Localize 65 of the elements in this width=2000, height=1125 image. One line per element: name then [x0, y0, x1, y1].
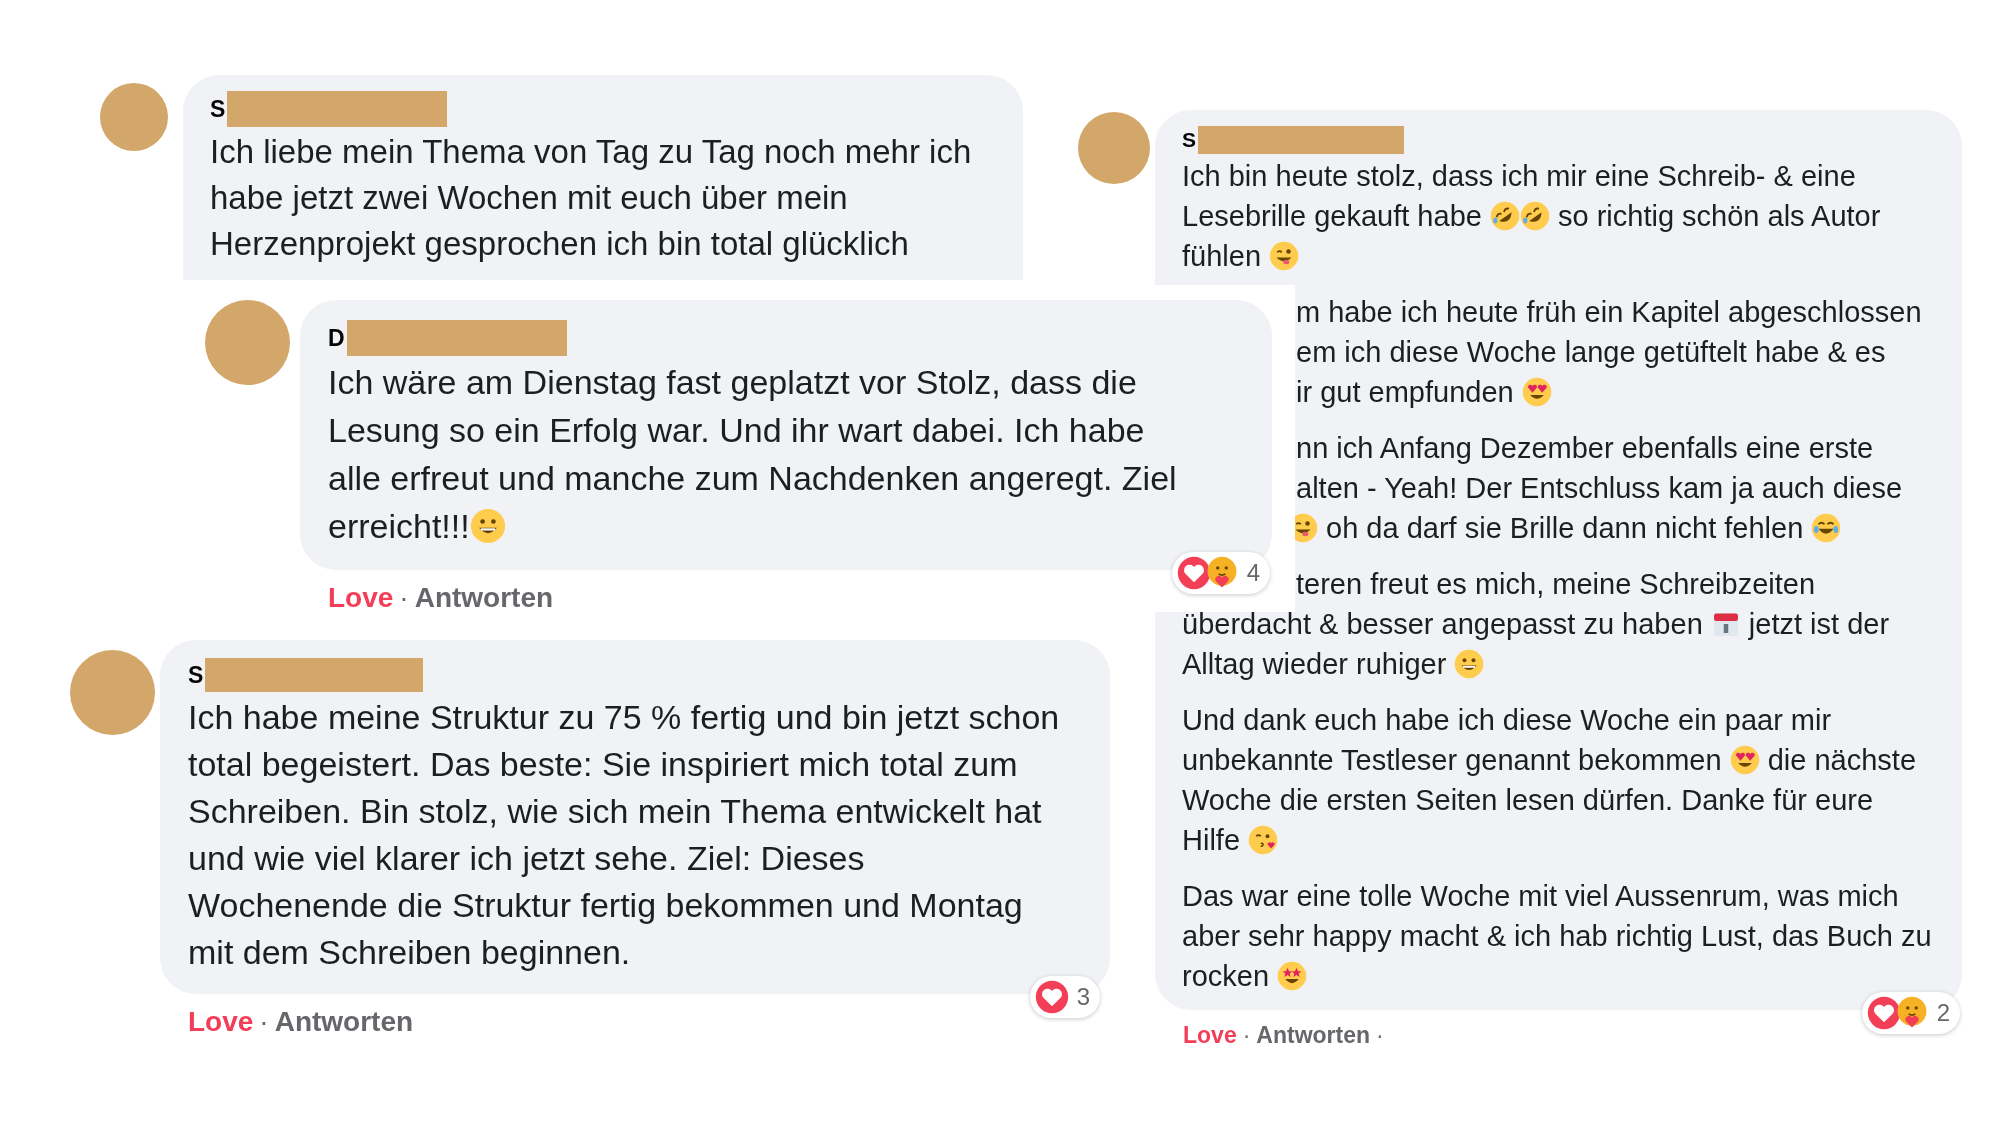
reply-link[interactable]: Antworten	[414, 582, 554, 614]
comment-text: ir gut empfunden	[1296, 375, 1515, 410]
comment-text: Schreiben. Bin stolz, wie sich mein Thema entwickelt hat	[188, 791, 1042, 832]
comment-text: die nächste	[1766, 743, 1916, 778]
comment-text: fühlen	[1182, 239, 1262, 274]
author-name: D	[328, 324, 345, 352]
comment-text: Woche die ersten Seiten lesen dürfen. Danke für eure	[1182, 783, 1874, 818]
separator-dot: ·	[1376, 1022, 1384, 1049]
smiling-face-icon	[469, 508, 506, 544]
comment-text: Ich wäre am Dienstag fast geplatzt vor Stolz, dass die	[328, 362, 1137, 403]
comment-text: jetzt ist der	[1747, 607, 1890, 642]
star-eyes-face-icon	[1277, 961, 1308, 991]
comment-text: em ich diese Woche lange getüftelt habe & es	[1296, 335, 1886, 370]
reply-link[interactable]: Antworten	[274, 1006, 414, 1038]
reaction-badge[interactable]: 2	[1861, 992, 1960, 1034]
heart-eyes-face-icon	[1521, 377, 1552, 407]
comment-text: Lesebrille gekauft habe	[1182, 199, 1483, 234]
author-name: S	[188, 661, 204, 689]
reaction-badge[interactable]: 3	[1029, 976, 1100, 1018]
comment-text: so richtig schön als Autor	[1557, 199, 1881, 234]
separator-dot: ·	[259, 1006, 269, 1038]
comment-text: alten - Yeah! Der Entschluss kam ja auch diese	[1296, 471, 1903, 506]
comment-text: überdacht & besser angepasst zu haben	[1182, 607, 1704, 642]
comment-text: Und dank euch habe ich diese Woche ein paar mir	[1182, 703, 1832, 738]
comment-text: Ich bin heute stolz, dass ich mir eine Schreib- & eine	[1182, 159, 1856, 194]
reaction-count: 2	[1936, 999, 1950, 1027]
comment-text: unbekannte Testleser genannt bekommen	[1182, 743, 1723, 778]
comment-text: habe jetzt zwei Wochen mit euch über mein	[210, 178, 848, 218]
kissing-face-icon	[1248, 825, 1279, 855]
comment-text: Wochenende die Struktur fertig bekommen und Montag	[188, 885, 1023, 926]
comment-text: Herzenprojekt gesprochen ich bin total glücklich	[210, 224, 909, 264]
separator-dot: ·	[399, 582, 409, 614]
reaction-count: 4	[1246, 559, 1260, 587]
reply-link[interactable]: Antworten	[1256, 1022, 1371, 1049]
author-name: S	[210, 95, 226, 123]
comment-text: aber sehr happy macht & ich hab richtig Lust, das Buch zu	[1182, 919, 1932, 954]
author-name: S	[1182, 128, 1196, 152]
reaction-count: 3	[1076, 983, 1090, 1011]
comment-text: Hilfe	[1182, 823, 1241, 858]
separator-dot: ·	[1242, 1022, 1251, 1049]
comment-text: Alltag wieder ruhiger	[1182, 647, 1448, 682]
love-link[interactable]: Love	[328, 582, 394, 614]
heart-eyes-face-icon	[1729, 745, 1760, 775]
comment-text: Ich liebe mein Thema von Tag zu Tag noch mehr ich	[210, 132, 972, 172]
comment-text: oh da darf sie Brille dann nicht fehlen	[1325, 511, 1805, 546]
comment-text: alle erfreut und manche zum Nachdenken angeregt. Ziel	[328, 458, 1177, 499]
comment-text: erreicht!!!	[328, 506, 470, 547]
comment-text: teren freut es mich, meine Schreibzeiten	[1296, 567, 1816, 602]
laughing-face-icon	[1519, 201, 1550, 231]
comment-text: und wie viel klarer ich jetzt sehe. Ziel: Dieses	[188, 838, 865, 879]
love-link[interactable]: Love	[1183, 1022, 1237, 1049]
comment-text: nn ich Anfang Dezember ebenfalls eine erste	[1296, 431, 1874, 466]
comment-text: Lesung so ein Erfolg war. Und ihr wart dabei. Ich habe	[328, 410, 1145, 451]
reaction-badge[interactable]: 4	[1171, 552, 1270, 594]
comment-text: m habe ich heute früh ein Kapitel abgeschlossen	[1296, 295, 1922, 330]
comment-text: Das war eine tolle Woche mit viel Aussenrum, was mich	[1182, 879, 1899, 914]
love-link[interactable]: Love	[188, 1006, 254, 1038]
comment-text: mit dem Schreiben beginnen.	[188, 932, 631, 973]
winking-face-icon	[1269, 241, 1300, 271]
comment-text: total begeistert. Das beste: Sie inspiriert mich total zum	[188, 744, 1018, 785]
laughing-face-icon	[1489, 201, 1520, 231]
tears-of-joy-face-icon	[1811, 513, 1842, 543]
comment-text: rocken	[1182, 959, 1271, 994]
smiling-face-icon	[1454, 649, 1485, 679]
comment-text: Ich habe meine Struktur zu 75 % fertig und bin jetzt schon	[188, 697, 1060, 738]
